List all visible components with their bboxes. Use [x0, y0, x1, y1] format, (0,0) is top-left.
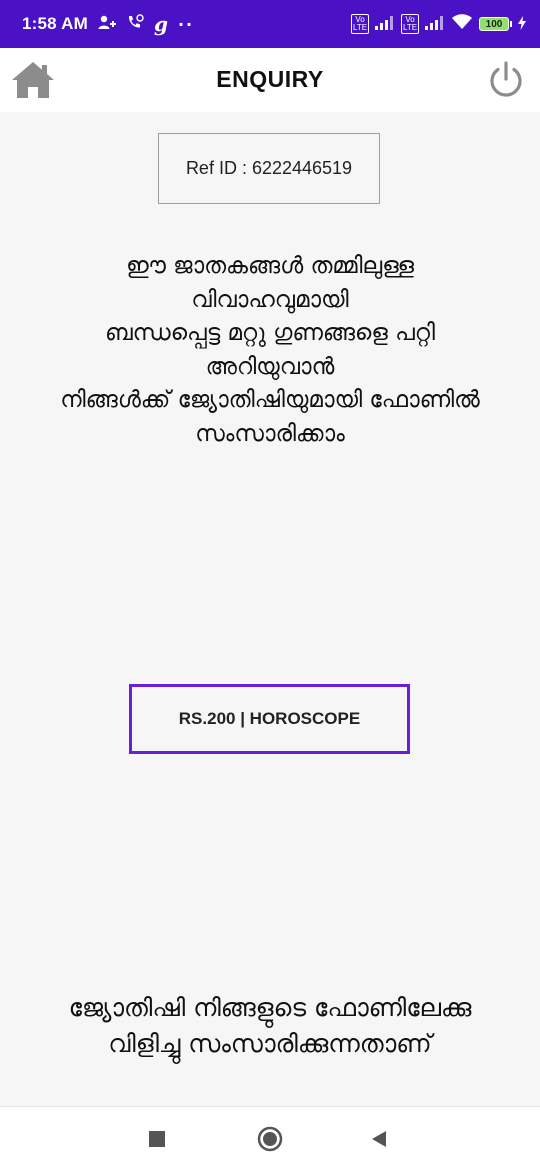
notification-icons: g ··: [98, 14, 194, 34]
power-icon: [490, 61, 522, 97]
call-icon: [126, 14, 144, 34]
back-button[interactable]: [366, 1125, 394, 1153]
volte-icon: Vo LTE: [351, 14, 369, 34]
charging-icon: [518, 15, 526, 34]
nav-home-button[interactable]: [256, 1125, 284, 1153]
back-triangle-icon: [372, 1131, 386, 1147]
info-text: ഈ ജാതകങ്ങൾ തമ്മിലുള്ള വിവാഹവുമായി ബന്ധപ്…: [10, 250, 530, 451]
info-line: സംസാരിക്കാം: [195, 420, 345, 447]
recents-button[interactable]: [143, 1125, 171, 1153]
system-nav-bar: [0, 1106, 540, 1170]
home-circle-icon: [257, 1126, 283, 1152]
callback-line: വിളിച്ചു സംസാരിക്കുന്നതാണ്: [108, 1029, 432, 1058]
info-line: വിവാഹവുമായി: [191, 286, 349, 313]
info-line: നിങ്ങൾക്ക് ജ്യോതിഷിയുമായി ഫോണിൽ: [60, 387, 480, 413]
horoscope-button-label: RS.200 | HOROSCOPE: [178, 709, 361, 728]
info-line: അറിയുവാൻ: [205, 353, 335, 380]
power-button[interactable]: [486, 60, 526, 100]
status-time: 1:58 AM: [22, 14, 88, 33]
callback-line: ജ്യോതിഷി നിങ്ങളുടെ ഫോണിലേക്കു: [68, 993, 472, 1022]
status-bar: 1:58 AM g ·· Vo LTE Vo LTE 100: [0, 0, 540, 48]
g-icon: g: [153, 12, 168, 36]
signal-icon-2: [425, 15, 445, 34]
page-title: ENQUIRY: [216, 66, 324, 92]
app-bar: ENQUIRY: [0, 48, 540, 112]
info-line: ഈ ജാതകങ്ങൾ തമ്മിലുള്ള: [126, 253, 414, 279]
recents-square-icon: [149, 1131, 165, 1147]
screen: 1:58 AM g ·· Vo LTE Vo LTE 100 ENQUIRY R…: [0, 0, 540, 1170]
ref-id-box: Ref ID : 6222446519: [158, 133, 380, 204]
more-dots-icon: ··: [177, 14, 195, 34]
wifi-icon: [451, 14, 473, 34]
horoscope-button[interactable]: RS.200 | HOROSCOPE: [129, 684, 410, 754]
volte-icon-2: Vo LTE: [401, 14, 419, 34]
callback-notice: ജ്യോതിഷി നിങ്ങളുടെ ഫോണിലേക്കു വിളിച്ചു സ…: [10, 990, 530, 1062]
status-right-icons: Vo LTE Vo LTE 100: [351, 14, 526, 34]
battery-level: 100: [479, 17, 509, 31]
battery-icon: 100: [479, 17, 512, 31]
contacts-icon: [98, 14, 116, 34]
ref-id-text: Ref ID : 6222446519: [185, 158, 353, 178]
info-line: ബന്ധപ്പെട്ട മറ്റു ഗുണങ്ങളെ പറ്റി: [104, 320, 436, 346]
signal-icon: [375, 15, 395, 34]
